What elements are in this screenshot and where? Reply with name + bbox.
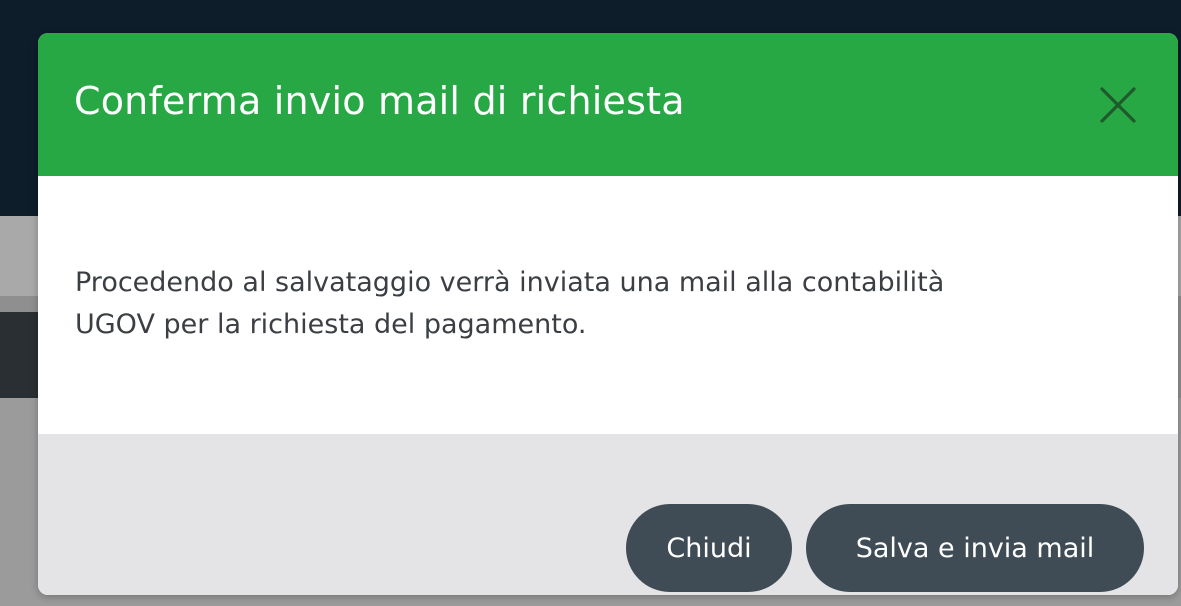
modal-title: Conferma invio mail di richiesta	[74, 79, 685, 123]
background-element	[0, 312, 40, 398]
chiudi-button[interactable]: Chiudi	[626, 504, 792, 592]
close-icon	[1096, 83, 1140, 127]
modal-header: Conferma invio mail di richiesta	[38, 33, 1178, 176]
modal-message-line-1: Procedendo al salvataggio verrà inviata …	[75, 267, 945, 298]
confirm-mail-dialog: Conferma invio mail di richiesta Procede…	[38, 33, 1178, 595]
chiudi-button-label: Chiudi	[666, 532, 752, 564]
modal-body: Procedendo al salvataggio verrà inviata …	[38, 176, 1178, 434]
close-button[interactable]	[1096, 83, 1140, 127]
save-and-send-mail-button[interactable]: Salva e invia mail	[806, 504, 1144, 592]
modal-message: Procedendo al salvataggio verrà inviata …	[75, 262, 1135, 346]
modal-footer: Chiudi Salva e invia mail	[38, 434, 1178, 595]
save-button-label: Salva e invia mail	[855, 532, 1095, 564]
modal-message-line-2: UGOV per la richiesta del pagamento.	[75, 309, 587, 340]
